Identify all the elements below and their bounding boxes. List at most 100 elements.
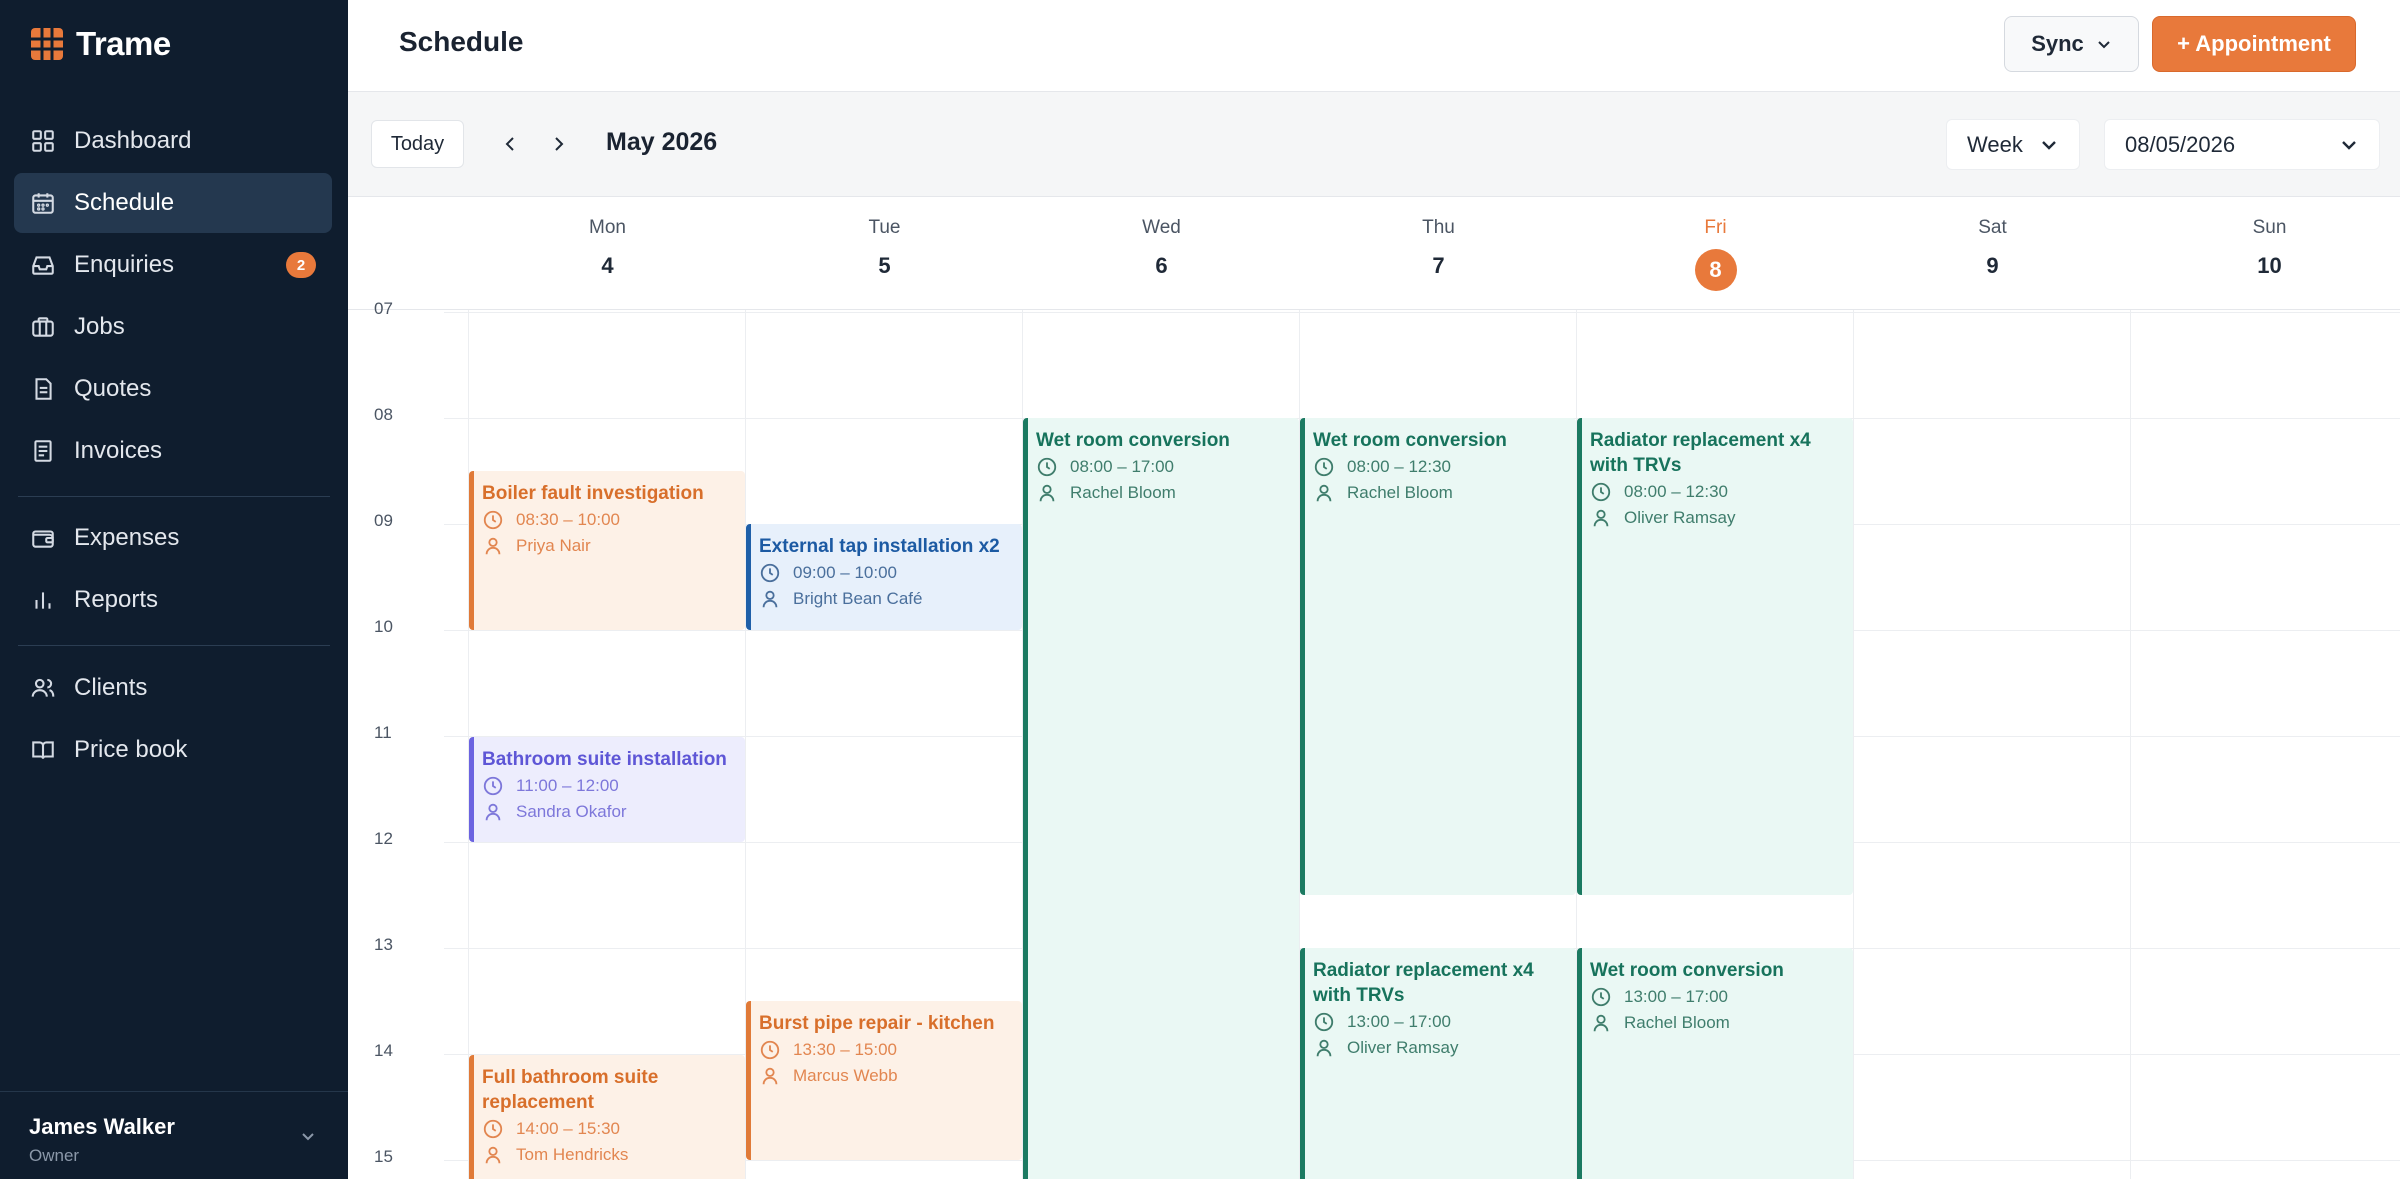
sidebar-item-quotes[interactable]: Quotes	[14, 359, 332, 419]
view-select[interactable]: Week	[1946, 119, 2080, 170]
sync-button[interactable]: Sync	[2004, 16, 2139, 72]
calendar-event[interactable]: Bathroom suite installation 11:00 – 12:0…	[469, 737, 745, 842]
clock-icon	[1037, 457, 1057, 477]
add-appointment-button[interactable]: + Appointment	[2152, 16, 2356, 72]
event-time-row: 09:00 – 10:00	[759, 561, 1012, 585]
clock-icon	[1591, 482, 1611, 502]
sidebar-item-enquiries[interactable]: Enquiries 2	[14, 235, 332, 295]
event-time-row: 13:30 – 15:00	[759, 1038, 1012, 1062]
next-week-button[interactable]	[543, 128, 573, 160]
page-header: Schedule Sync + Appointment	[348, 0, 2400, 92]
event-time-row: 08:00 – 12:30	[1590, 480, 1843, 504]
calendar-toolbar: Today May 2026 Week 08/05/2026	[348, 92, 2400, 197]
chevron-right-icon	[555, 137, 564, 151]
person-icon	[485, 1146, 501, 1164]
calendar-event[interactable]: Wet room conversion 13:00 – 17:00 Rachel…	[1577, 948, 1853, 1179]
day-column-line	[2130, 310, 2131, 1179]
day-name: Thu	[1422, 217, 1455, 238]
day-name: Fri	[1704, 217, 1727, 238]
event-time: 09:00 – 10:00	[793, 563, 897, 582]
event-person-row: Marcus Webb	[759, 1064, 1012, 1088]
event-time: 13:00 – 17:00	[1347, 1012, 1451, 1031]
event-person: Priya Nair	[516, 536, 591, 555]
day-name: Tue	[868, 217, 901, 238]
sidebar-item-price-book[interactable]: Price book	[14, 720, 332, 780]
grid-logo-icon	[31, 28, 63, 60]
calendar-event[interactable]: Burst pipe repair - kitchen 13:30 – 15:0…	[746, 1001, 1022, 1160]
brand-name: Trame	[76, 25, 171, 62]
event-time-row: 08:00 – 12:30	[1313, 455, 1566, 479]
event-time-row: 13:00 – 17:00	[1590, 985, 1843, 1009]
day-header[interactable]: Mon 4	[469, 197, 746, 309]
calendar-event[interactable]: Wet room conversion 08:00 – 12:30 Rachel…	[1300, 418, 1576, 895]
hour-label: 09	[374, 511, 393, 530]
event-time-row: 14:00 – 15:30	[482, 1117, 735, 1141]
person-icon	[762, 1067, 778, 1085]
event-time-row: 08:00 – 17:00	[1036, 455, 1289, 479]
brand[interactable]: Trame	[28, 22, 171, 66]
calendar-event[interactable]: Radiator replacement x4 with TRVs 13:00 …	[1300, 948, 1576, 1179]
chevron-down-icon	[2041, 140, 2056, 150]
user-menu[interactable]: James Walker Owner	[0, 1091, 348, 1179]
clock-icon	[483, 776, 503, 796]
person-icon	[1593, 1014, 1609, 1032]
day-number: 9	[1986, 253, 1999, 278]
sidebar-item-expenses[interactable]: Expenses	[14, 508, 332, 568]
sidebar-item-dashboard[interactable]: Dashboard	[14, 111, 332, 171]
clock-icon	[1314, 1012, 1334, 1032]
clock-icon	[1314, 457, 1334, 477]
current-month-label: May 2026	[606, 128, 718, 156]
sidebar-item-reports[interactable]: Reports	[14, 570, 332, 630]
enquiries-count-badge: 2	[286, 252, 316, 278]
day-header[interactable]: Sun 10	[2131, 197, 2400, 309]
page-title: Schedule	[399, 26, 524, 57]
time-grid[interactable]: 07 08 09 10 11 12 13 14 15 Boiler fault …	[348, 299, 2400, 1179]
day-header[interactable]: Wed 6	[1023, 197, 1300, 309]
person-icon	[1316, 484, 1332, 502]
day-header[interactable]: Tue 5	[746, 197, 1023, 309]
day-header[interactable]: Sat 9	[1854, 197, 2131, 309]
hour-line	[444, 312, 2400, 313]
event-time-row: 08:30 – 10:00	[482, 508, 735, 532]
event-person-row: Priya Nair	[482, 534, 735, 558]
sidebar-item-clients[interactable]: Clients	[14, 658, 332, 718]
book-icon	[30, 737, 56, 763]
hour-label: 10	[374, 617, 393, 636]
calendar-event[interactable]: Boiler fault investigation 08:30 – 10:00…	[469, 471, 745, 630]
date-picker[interactable]: 08/05/2026	[2104, 119, 2380, 170]
day-name: Sat	[1978, 217, 2007, 238]
person-icon	[485, 803, 501, 821]
sidebar-item-schedule[interactable]: Schedule	[14, 173, 332, 233]
event-title: Wet room conversion	[1036, 430, 1230, 451]
clock-icon	[760, 563, 780, 583]
event-person: Oliver Ramsay	[1624, 508, 1736, 527]
user-name: James Walker	[29, 1114, 175, 1139]
clock-icon	[483, 1119, 503, 1139]
calendar-event[interactable]: Wet room conversion 08:00 – 17:00 Rachel…	[1023, 418, 1299, 1179]
calendar-event[interactable]: Radiator replacement x4 with TRVs 08:00 …	[1577, 418, 1853, 895]
briefcase-icon	[30, 314, 56, 340]
event-time: 08:30 – 10:00	[516, 510, 620, 529]
day-header[interactable]: Thu 7	[1300, 197, 1577, 309]
sidebar-item-invoices[interactable]: Invoices	[14, 421, 332, 481]
day-header-today[interactable]: Fri 8	[1577, 197, 1854, 309]
day-column-line	[1853, 310, 1854, 1179]
event-person: Sandra Okafor	[516, 802, 627, 821]
previous-week-button[interactable]	[496, 128, 526, 160]
calendar-event[interactable]: External tap installation x2 09:00 – 10:…	[746, 524, 1022, 630]
chevron-down-icon	[2342, 141, 2356, 150]
event-time: 08:00 – 12:30	[1624, 482, 1728, 501]
event-person: Rachel Bloom	[1070, 483, 1176, 502]
sidebar-item-jobs[interactable]: Jobs	[14, 297, 332, 357]
view-select-value: Week	[1967, 131, 2023, 157]
event-time-row: 11:00 – 12:00	[482, 774, 735, 798]
event-title: Bathroom suite installation	[482, 749, 727, 770]
receipt-icon	[30, 438, 56, 464]
today-button[interactable]: Today	[371, 120, 464, 168]
event-time: 08:00 – 17:00	[1070, 457, 1174, 476]
calendar-event[interactable]: Full bathroom suite replacement 14:00 – …	[469, 1055, 745, 1179]
sidebar-item-label: Enquiries	[74, 251, 175, 278]
chevron-left-icon	[505, 137, 514, 151]
event-person: Bright Bean Café	[793, 589, 923, 608]
person-icon	[1593, 509, 1609, 527]
